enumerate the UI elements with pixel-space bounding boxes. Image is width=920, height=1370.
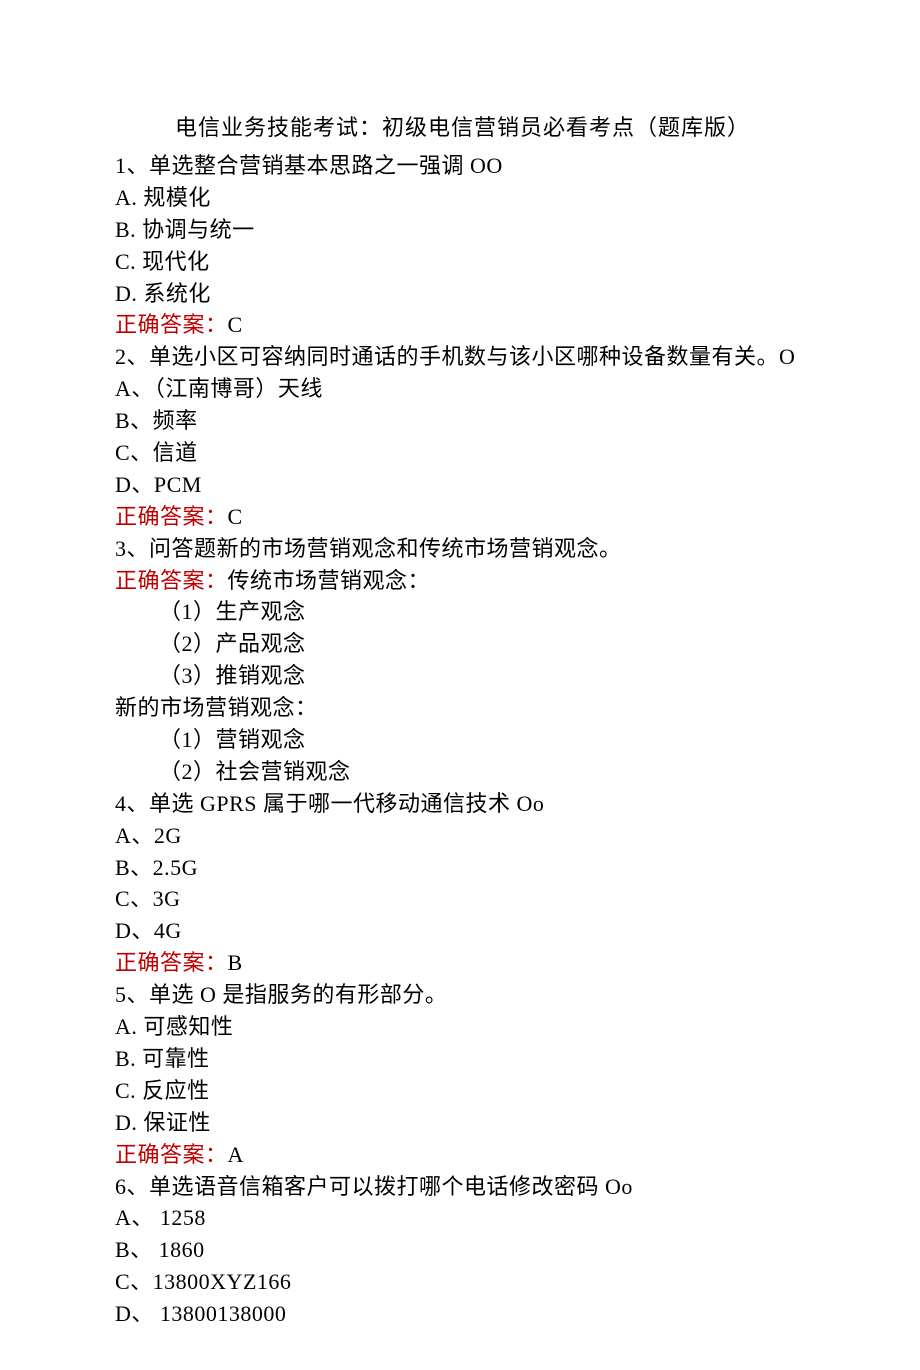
option-a: A. 规模化 xyxy=(115,182,810,214)
answer-line: 正确答案：B xyxy=(115,947,810,979)
option-d: D、4G xyxy=(115,915,810,947)
answer-line: 正确答案：A xyxy=(115,1139,810,1171)
option-b: B、频率 xyxy=(115,405,810,437)
answer-text: 传统市场营销观念： xyxy=(228,568,431,593)
question-stem: 1、单选整合营销基本思路之一强调 OO xyxy=(115,150,810,182)
option-c: C、3G xyxy=(115,883,810,915)
option-a: A. 可感知性 xyxy=(115,1011,810,1043)
option-b: B、 1860 xyxy=(115,1234,810,1266)
document-page: 电信业务技能考试：初级电信营销员必看考点（题库版） 1、单选整合营销基本思路之一… xyxy=(0,0,920,1370)
option-b: B. 协调与统一 xyxy=(115,214,810,246)
answer-list-item: （1）营销观念 xyxy=(115,724,810,756)
option-c: C. 反应性 xyxy=(115,1075,810,1107)
answer-label: 正确答案： xyxy=(115,568,228,593)
answer-label: 正确答案： xyxy=(115,504,228,529)
option-d: D、PCM xyxy=(115,469,810,501)
option-b: B. 可靠性 xyxy=(115,1043,810,1075)
option-d: D、 13800138000 xyxy=(115,1298,810,1330)
page-title: 电信业务技能考试：初级电信营销员必看考点（题库版） xyxy=(115,110,810,142)
answer-label: 正确答案： xyxy=(115,312,228,337)
option-d: D. 系统化 xyxy=(115,278,810,310)
answer-line: 正确答案：传统市场营销观念： xyxy=(115,565,810,597)
answer-list-item: （2）产品观念 xyxy=(115,628,810,660)
option-a: A、2G xyxy=(115,820,810,852)
answer-line: 正确答案：C xyxy=(115,309,810,341)
answer-label: 正确答案： xyxy=(115,1142,228,1167)
option-c: C. 现代化 xyxy=(115,246,810,278)
question-stem: 4、单选 GPRS 属于哪一代移动通信技术 Oo xyxy=(115,788,810,820)
option-b: B、2.5G xyxy=(115,852,810,884)
answer-label: 正确答案： xyxy=(115,950,228,975)
answer-list-item: （1）生产观念 xyxy=(115,596,810,628)
answer-line: 正确答案：C xyxy=(115,501,810,533)
answer-value: C xyxy=(228,504,243,529)
answer-list-item: （3）推销观念 xyxy=(115,660,810,692)
question-stem: 3、问答题新的市场营销观念和传统市场营销观念。 xyxy=(115,533,810,565)
answer-value: A xyxy=(228,1142,244,1167)
question-stem: 6、单选语音信箱客户可以拨打哪个电话修改密码 Oo xyxy=(115,1171,810,1203)
question-stem: 5、单选 O 是指服务的有形部分。 xyxy=(115,979,810,1011)
option-d: D. 保证性 xyxy=(115,1107,810,1139)
answer-value: C xyxy=(228,312,243,337)
answer-subheading: 新的市场营销观念： xyxy=(115,692,810,724)
option-c: C、信道 xyxy=(115,437,810,469)
answer-list-item: （2）社会营销观念 xyxy=(115,756,810,788)
option-c: C、13800XYZ166 xyxy=(115,1266,810,1298)
option-a: A、 1258 xyxy=(115,1202,810,1234)
question-stem: 2、单选小区可容纳同时通话的手机数与该小区哪种设备数量有关。O xyxy=(115,341,810,373)
answer-value: B xyxy=(228,950,243,975)
option-a: A、（江南博哥）天线 xyxy=(115,373,810,405)
